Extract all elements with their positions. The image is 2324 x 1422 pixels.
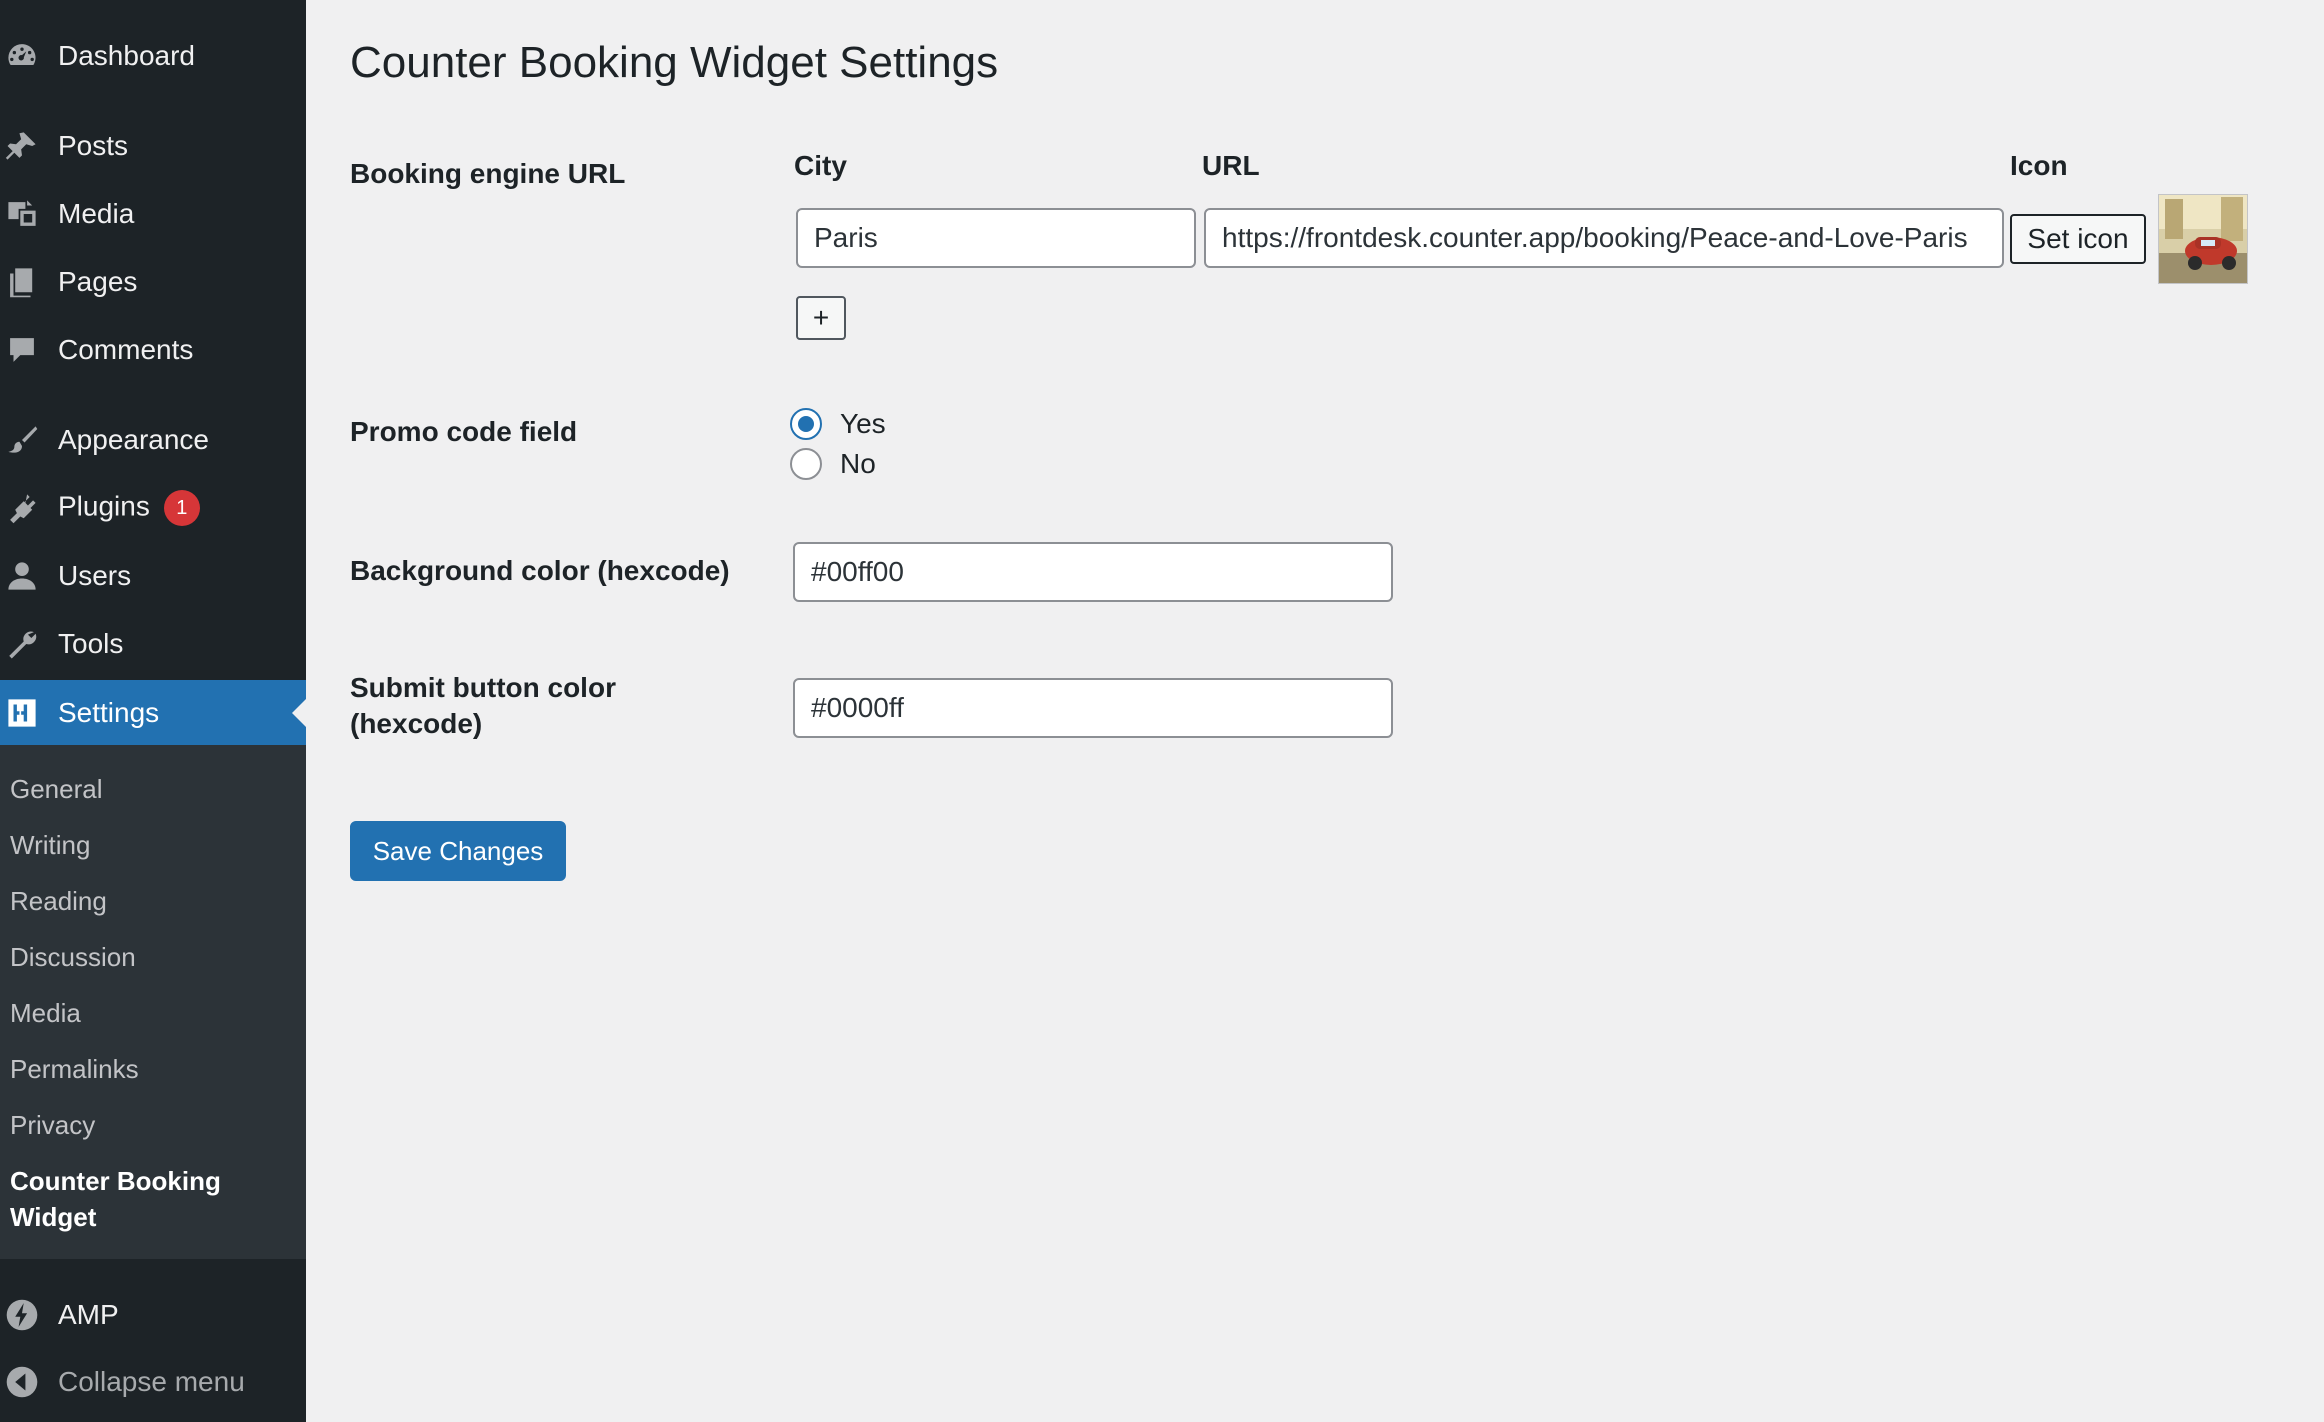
sidebar-item-label: Users bbox=[58, 560, 132, 591]
submit-color-input[interactable] bbox=[793, 678, 1393, 738]
admin-sidebar: Dashboard Posts Media Pages Comments App… bbox=[0, 0, 306, 1422]
submit-color-label-line2: (hexcode) bbox=[350, 708, 483, 739]
set-icon-button[interactable]: Set icon bbox=[2010, 214, 2146, 264]
sidebar-item-settings[interactable]: Settings bbox=[0, 680, 306, 746]
user-icon bbox=[4, 558, 40, 594]
brush-icon bbox=[4, 422, 40, 458]
collapse-menu-label: Collapse menu bbox=[58, 1366, 245, 1397]
sidebar-item-label: Tools bbox=[58, 628, 124, 659]
sidebar-item-label: Dashboard bbox=[58, 40, 195, 71]
add-row-button[interactable]: + bbox=[796, 296, 846, 340]
promo-yes-radio[interactable] bbox=[790, 408, 822, 440]
sidebar-item-dashboard[interactable]: Dashboard bbox=[0, 26, 306, 86]
sidebar-item-label: Plugins 1 bbox=[58, 490, 200, 526]
sidebar-item-appearance[interactable]: Appearance bbox=[0, 410, 306, 470]
save-changes-button[interactable]: Save Changes bbox=[350, 821, 566, 881]
city-input[interactable] bbox=[796, 208, 1196, 268]
sidebar-item-media[interactable]: Media bbox=[0, 184, 306, 244]
sidebar-item-label: Comments bbox=[58, 334, 194, 365]
sidebar-item-comments[interactable]: Comments bbox=[0, 320, 306, 380]
submenu-item-privacy[interactable]: Privacy bbox=[10, 1107, 95, 1143]
promo-yes-option[interactable]: Yes bbox=[790, 408, 886, 440]
pin-icon bbox=[4, 128, 40, 164]
sidebar-item-amp[interactable]: AMP bbox=[0, 1285, 306, 1345]
submenu-item-media[interactable]: Media bbox=[10, 995, 81, 1031]
settings-submenu: General Writing Reading Discussion Media… bbox=[0, 745, 306, 1259]
promo-code-label: Promo code field bbox=[350, 416, 578, 447]
main-content: Counter Booking Widget Settings Booking … bbox=[306, 0, 2324, 1422]
sidebar-item-users[interactable]: Users bbox=[0, 546, 306, 606]
plug-icon bbox=[4, 490, 40, 526]
page-title: Counter Booking Widget Settings bbox=[350, 38, 999, 87]
dashboard-icon bbox=[4, 38, 40, 74]
sidebar-item-plugins[interactable]: Plugins 1 bbox=[0, 478, 306, 538]
booking-url-input[interactable] bbox=[1204, 208, 2004, 268]
booking-engine-url-label: Booking engine URL bbox=[350, 158, 626, 189]
promo-no-option[interactable]: No bbox=[790, 448, 876, 480]
sidebar-item-label: Appearance bbox=[58, 424, 210, 455]
submenu-item-general[interactable]: General bbox=[10, 771, 103, 807]
sidebar-item-label-text: Plugins bbox=[58, 490, 150, 522]
amp-icon bbox=[4, 1297, 40, 1333]
settings-icon bbox=[4, 695, 40, 731]
sidebar-item-label: AMP bbox=[58, 1299, 119, 1330]
promo-no-label: No bbox=[840, 448, 876, 479]
background-color-input[interactable] bbox=[793, 542, 1393, 602]
city-icon-thumbnail bbox=[2158, 194, 2248, 284]
sidebar-item-label: Settings bbox=[58, 697, 160, 728]
pages-icon bbox=[4, 264, 40, 300]
sidebar-item-posts[interactable]: Posts bbox=[0, 116, 306, 176]
background-color-label: Background color (hexcode) bbox=[350, 555, 730, 586]
icon-column-header: Icon bbox=[2010, 150, 2068, 181]
promo-yes-label: Yes bbox=[840, 408, 886, 439]
promo-no-radio[interactable] bbox=[790, 448, 822, 480]
collapse-menu-button[interactable]: Collapse menu bbox=[0, 1352, 306, 1412]
url-column-header: URL bbox=[1202, 150, 1260, 181]
submit-color-label-line1: Submit button color bbox=[350, 672, 616, 703]
sidebar-item-label: Posts bbox=[58, 130, 129, 161]
update-count-badge: 1 bbox=[163, 490, 200, 526]
sidebar-item-pages[interactable]: Pages bbox=[0, 252, 306, 312]
wrench-icon bbox=[4, 626, 40, 662]
sidebar-item-label: Media bbox=[58, 198, 135, 229]
city-column-header: City bbox=[794, 150, 847, 181]
submenu-item-counter-booking-widget[interactable]: Counter Booking Widget bbox=[10, 1163, 250, 1235]
sidebar-item-label: Pages bbox=[58, 266, 138, 297]
submenu-item-writing[interactable]: Writing bbox=[10, 827, 90, 863]
media-icon bbox=[4, 196, 40, 232]
collapse-icon bbox=[4, 1364, 40, 1400]
submenu-item-permalinks[interactable]: Permalinks bbox=[10, 1051, 139, 1087]
comments-icon bbox=[4, 332, 40, 368]
submenu-item-reading[interactable]: Reading bbox=[10, 883, 107, 919]
submenu-item-discussion[interactable]: Discussion bbox=[10, 939, 136, 975]
sidebar-item-tools[interactable]: Tools bbox=[0, 614, 306, 674]
